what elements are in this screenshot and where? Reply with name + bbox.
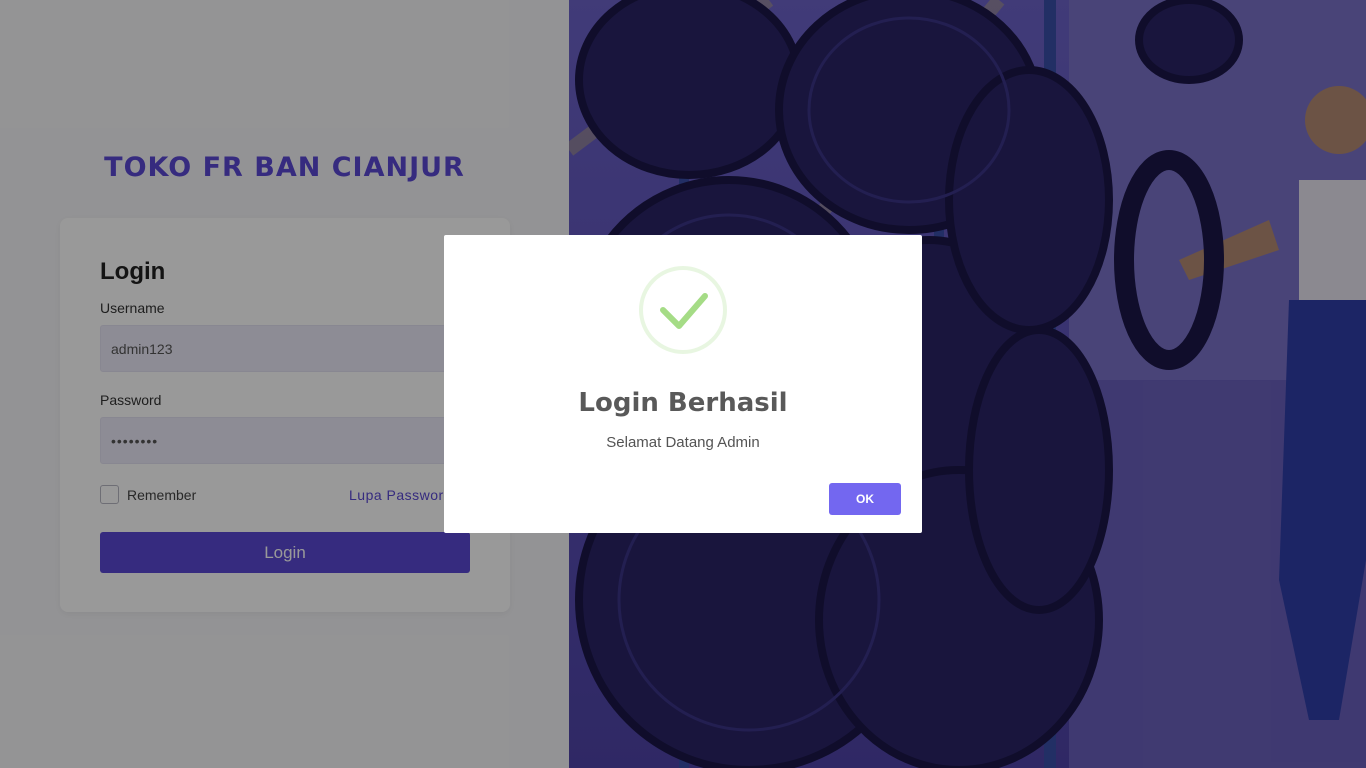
ok-button[interactable]: OK [829, 483, 901, 515]
dialog-title: Login Berhasil [578, 388, 788, 418]
dialog-message: Selamat Datang Admin [606, 434, 760, 451]
success-check-icon [639, 266, 727, 354]
success-dialog: Login Berhasil Selamat Datang Admin OK [444, 235, 922, 533]
